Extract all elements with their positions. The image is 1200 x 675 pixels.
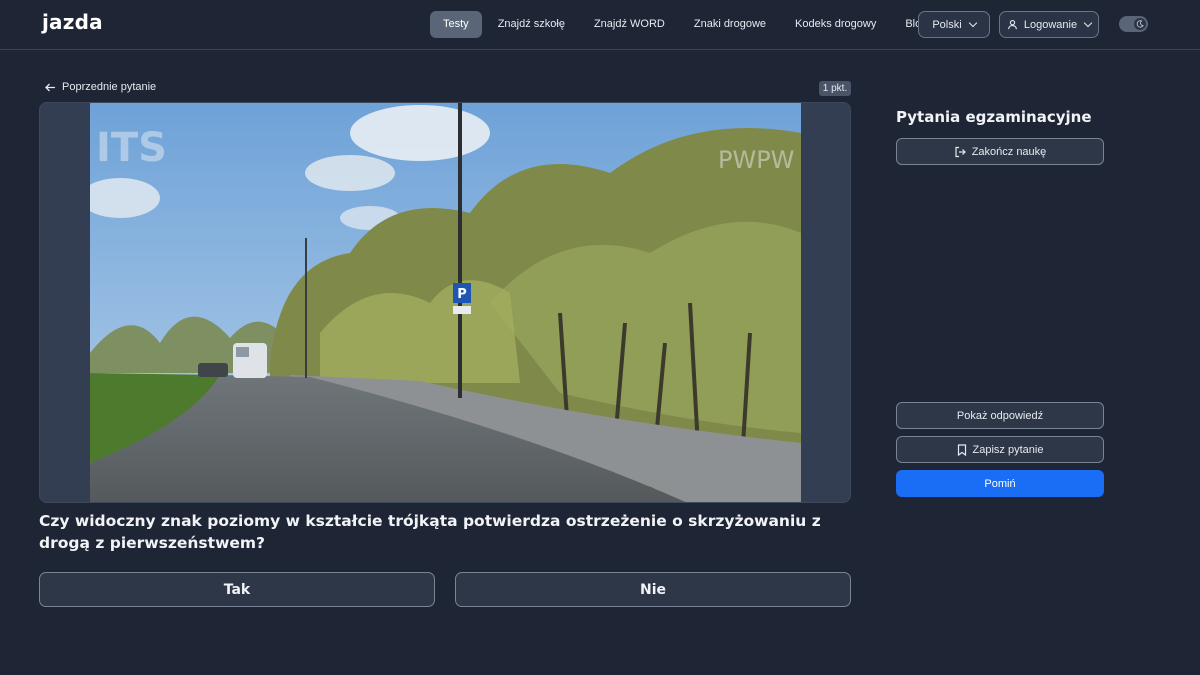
logo-text: jazda — [42, 10, 103, 34]
top-navbar: jazda Testy Znajdź szkołę Znajdź WORD Zn… — [0, 0, 1200, 50]
question-media: P ITS PWPW — [39, 102, 851, 503]
save-question-label: Zapisz pytanie — [972, 443, 1044, 456]
moon-icon — [1134, 18, 1146, 30]
arrow-left-icon — [45, 83, 55, 91]
panel-title: Pytania egzaminacyjne — [896, 108, 1092, 126]
road-scene-image: P ITS PWPW — [90, 103, 801, 502]
show-answer-label: Pokaż odpowiedź — [956, 409, 1044, 422]
parking-sign: P — [457, 287, 467, 302]
theme-toggle[interactable] — [1119, 16, 1148, 32]
skip-label: Pomiń — [984, 477, 1016, 490]
user-icon — [1007, 20, 1017, 30]
end-study-button[interactable]: Zakończ naukę — [896, 138, 1104, 165]
answer-no-button[interactable]: Nie — [455, 572, 851, 607]
show-answer-button[interactable]: Pokaż odpowiedź — [896, 402, 1104, 429]
language-select[interactable]: Polski — [918, 11, 990, 38]
chevron-down-icon — [1083, 18, 1093, 28]
end-study-label: Zakończ naukę — [971, 145, 1047, 158]
bookmark-icon — [957, 443, 966, 456]
language-label: Polski — [932, 18, 962, 31]
logout-icon — [955, 146, 966, 157]
question-text: Czy widoczny znak poziomy w kształcie tr… — [39, 512, 821, 552]
nav-item-road-code[interactable]: Kodeks drogowy — [782, 11, 889, 38]
points-badge: 1 pkt. — [819, 81, 851, 96]
chevron-down-icon — [968, 18, 977, 28]
save-question-button[interactable]: Zapisz pytanie — [896, 436, 1104, 463]
nav-item-testy[interactable]: Testy — [430, 11, 482, 38]
nav-item-road-signs[interactable]: Znaki drogowe — [681, 11, 779, 38]
login-button[interactable]: Logowanie — [999, 11, 1099, 38]
logo[interactable]: jazda — [42, 10, 103, 34]
previous-question-link[interactable]: Poprzednie pytanie — [45, 81, 156, 93]
watermark-pwpw: PWPW — [718, 146, 794, 174]
login-label: Logowanie — [1023, 18, 1078, 31]
nav-item-find-school[interactable]: Znajdź szkołę — [485, 11, 578, 38]
skip-button[interactable]: Pomiń — [896, 470, 1104, 497]
answer-yes-button[interactable]: Tak — [39, 572, 435, 607]
watermark-its: ITS — [96, 125, 167, 171]
previous-question-label: Poprzednie pytanie — [62, 81, 157, 93]
nav-item-find-word[interactable]: Znajdź WORD — [581, 11, 678, 38]
main-nav: Testy Znajdź szkołę Znajdź WORD Znaki dr… — [430, 11, 943, 38]
